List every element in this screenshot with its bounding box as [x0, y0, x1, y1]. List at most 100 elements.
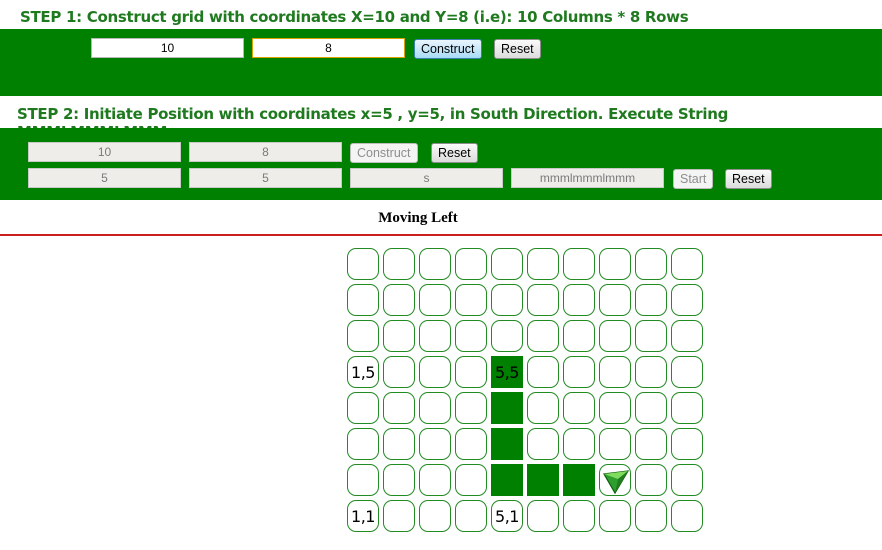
grid-cell	[671, 248, 703, 280]
grid-cell	[563, 392, 595, 424]
grid-cell	[671, 428, 703, 460]
grid-cell	[671, 284, 703, 316]
grid-cell	[347, 428, 379, 460]
grid-cell	[383, 356, 415, 388]
grid-cell	[419, 464, 451, 496]
grid-cell	[491, 248, 523, 280]
position-y-input	[189, 168, 342, 188]
reset-position-button[interactable]: Reset	[725, 169, 772, 189]
grid-cell	[527, 356, 559, 388]
grid-cell	[455, 248, 487, 280]
grid-cell	[527, 248, 559, 280]
grid-cell	[599, 500, 631, 532]
grid-cell: 1,1	[347, 500, 379, 532]
grid-cell	[563, 320, 595, 352]
grid-cell	[635, 248, 667, 280]
grid-cell	[419, 428, 451, 460]
grid-cell	[563, 428, 595, 460]
grid-rows-input[interactable]	[252, 38, 405, 58]
grid-cell	[455, 284, 487, 316]
grid-cell: 1,5	[347, 356, 379, 388]
grid-cell	[671, 392, 703, 424]
grid-cell	[635, 356, 667, 388]
reset-grid-button[interactable]: Reset	[431, 143, 478, 163]
grid-y-readonly-input	[189, 142, 342, 162]
grid-cell	[635, 392, 667, 424]
grid-cell	[491, 464, 523, 496]
direction-input	[350, 168, 503, 188]
grid-cell	[635, 428, 667, 460]
grid-cell	[383, 284, 415, 316]
grid-cell	[527, 320, 559, 352]
grid-cell	[347, 320, 379, 352]
construct-disabled-button: Construct	[350, 143, 418, 163]
grid-cell	[383, 392, 415, 424]
grid-cell	[563, 356, 595, 388]
grid-cell	[527, 392, 559, 424]
grid-cell	[347, 464, 379, 496]
step2-panel: Construct Reset Start Reset	[0, 128, 882, 200]
grid-cell	[671, 356, 703, 388]
grid-x-readonly-input	[28, 142, 181, 162]
grid-cell	[419, 356, 451, 388]
grid-cell	[383, 320, 415, 352]
grid-columns-input[interactable]	[91, 38, 244, 58]
grid-cell	[491, 392, 523, 424]
grid-cell	[383, 428, 415, 460]
grid-cell	[491, 284, 523, 316]
grid-cell	[347, 284, 379, 316]
grid-cell	[455, 500, 487, 532]
grid-cell	[599, 248, 631, 280]
grid-cell	[563, 284, 595, 316]
grid-cell: 5,5	[491, 356, 523, 388]
grid-cell	[383, 500, 415, 532]
grid-cell	[599, 428, 631, 460]
status-message: Moving Left	[378, 210, 458, 226]
grid-cell	[671, 464, 703, 496]
grid-cell	[599, 320, 631, 352]
grid-cell	[599, 392, 631, 424]
construct-button[interactable]: Construct	[414, 39, 482, 59]
grid-cell	[383, 248, 415, 280]
grid-cell	[563, 464, 595, 496]
grid-cell	[455, 356, 487, 388]
grid-cell	[527, 464, 559, 496]
grid-cell	[563, 500, 595, 532]
grid-cell	[635, 464, 667, 496]
grid-cell	[455, 428, 487, 460]
grid-cell	[383, 464, 415, 496]
grid-cell	[671, 320, 703, 352]
grid-cell	[491, 428, 523, 460]
grid-cell	[455, 464, 487, 496]
grid-cell	[455, 392, 487, 424]
grid-cell	[671, 500, 703, 532]
grid-cell	[635, 320, 667, 352]
divider	[0, 234, 882, 236]
grid-cell	[419, 284, 451, 316]
start-button: Start	[673, 169, 714, 189]
grid-cell	[347, 248, 379, 280]
grid-cell	[419, 392, 451, 424]
position-x-input	[28, 168, 181, 188]
grid-cell	[599, 464, 631, 496]
grid-cell	[527, 284, 559, 316]
cell-coordinate-label: 1,5	[351, 363, 375, 382]
step1-panel: Construct Reset	[0, 29, 882, 96]
grid-cell	[599, 356, 631, 388]
grid-cell	[635, 500, 667, 532]
reset-button[interactable]: Reset	[494, 39, 541, 59]
green-arrow-icon	[603, 470, 630, 495]
step1-title: STEP 1: Construct grid with coordinates …	[20, 8, 689, 26]
grid-cell	[347, 392, 379, 424]
cell-coordinate-label: 5,1	[495, 507, 519, 526]
grid-cell	[419, 500, 451, 532]
cell-coordinate-label: 5,5	[495, 363, 519, 382]
grid-cell: 5,1	[491, 500, 523, 532]
grid-cell	[419, 320, 451, 352]
grid-cell	[455, 320, 487, 352]
grid-cell	[599, 284, 631, 316]
grid-cell	[527, 500, 559, 532]
command-string-input	[511, 168, 664, 188]
grid-cell	[563, 248, 595, 280]
cell-coordinate-label: 1,1	[351, 507, 375, 526]
